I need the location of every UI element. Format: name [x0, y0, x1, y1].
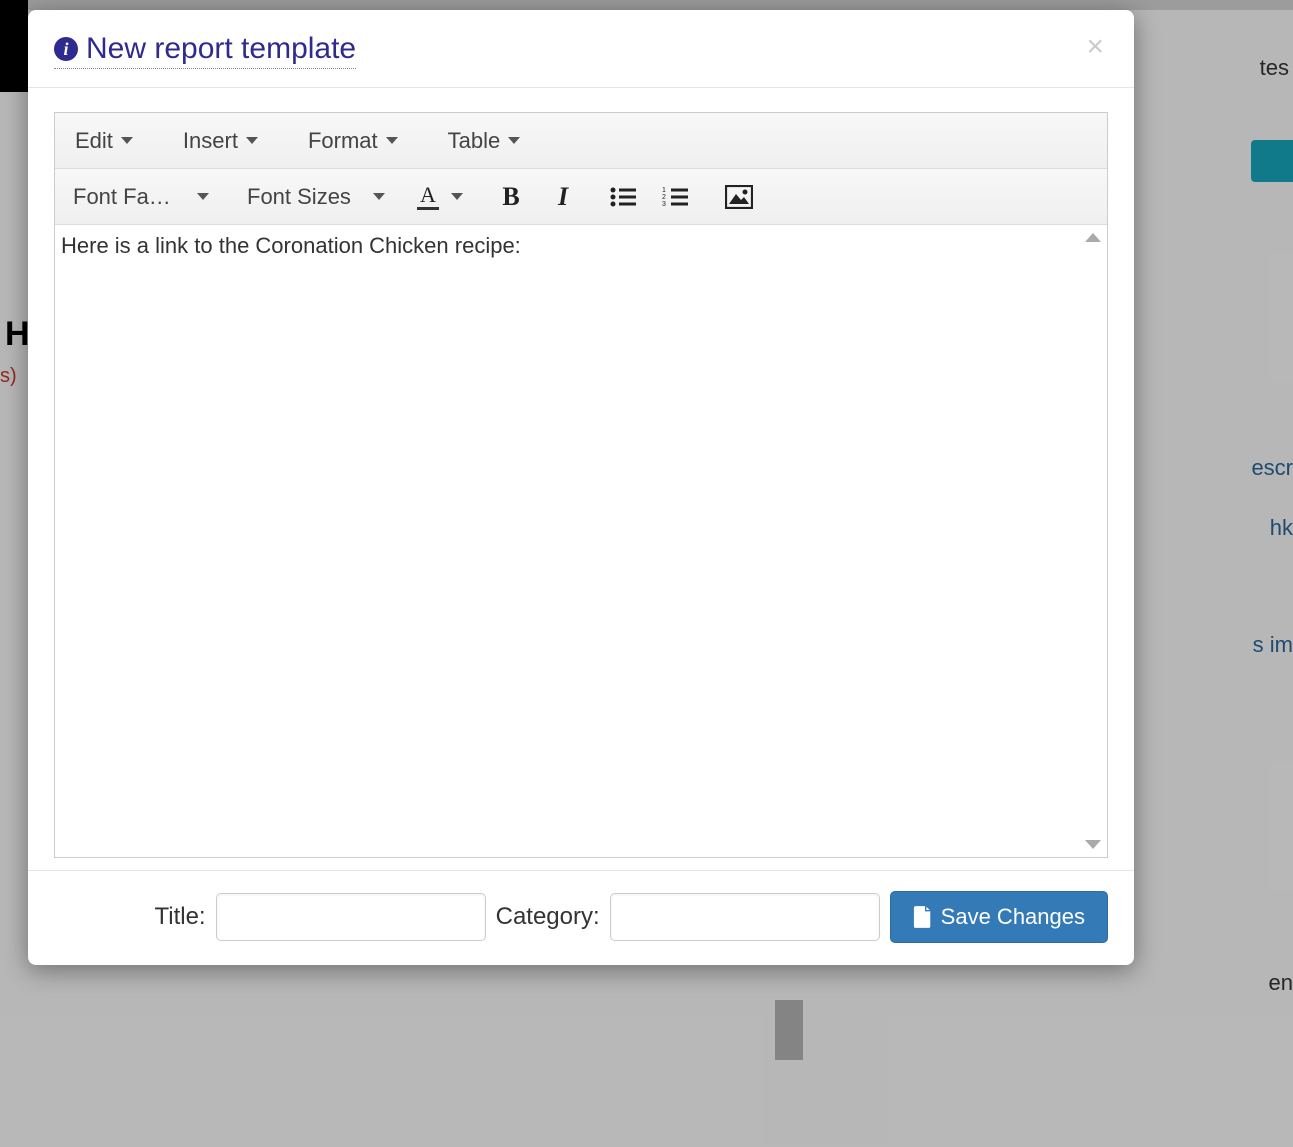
bullet-list-icon [610, 186, 636, 208]
scroll-down-icon[interactable] [1085, 840, 1101, 849]
chevron-down-icon [508, 137, 520, 144]
font-family-label: Font Fa… [73, 184, 171, 210]
rich-text-editor: Edit Insert Format Table [54, 112, 1108, 858]
save-button-label: Save Changes [941, 904, 1085, 930]
bullet-list-button[interactable] [601, 175, 645, 219]
menu-edit[interactable]: Edit [61, 118, 147, 164]
menu-insert-label: Insert [183, 128, 238, 154]
category-label: Category: [496, 903, 600, 931]
modal-body: Edit Insert Format Table [28, 88, 1134, 870]
close-button[interactable]: × [1082, 32, 1108, 62]
menu-table[interactable]: Table [434, 118, 535, 164]
chevron-down-icon [386, 137, 398, 144]
menu-edit-label: Edit [75, 128, 113, 154]
save-changes-button[interactable]: Save Changes [890, 891, 1108, 943]
editor-content[interactable]: Here is a link to the Coronation Chicken… [61, 231, 1101, 851]
info-icon: i [54, 37, 78, 61]
font-size-select[interactable]: Font Sizes [235, 175, 395, 219]
editor-canvas[interactable]: Here is a link to the Coronation Chicken… [55, 225, 1107, 857]
modal-header: i New report template × [28, 10, 1134, 88]
svg-text:2: 2 [662, 194, 666, 201]
bold-button[interactable]: B [489, 175, 533, 219]
image-icon [725, 185, 753, 209]
new-report-template-modal: i New report template × Edit Insert [28, 10, 1134, 965]
text-color-icon: A [417, 184, 439, 210]
font-size-label: Font Sizes [247, 184, 351, 210]
insert-image-button[interactable] [717, 175, 761, 219]
chevron-down-icon [197, 193, 209, 200]
editor-toolbar: Font Fa… Font Sizes A [55, 169, 1107, 225]
italic-icon: I [558, 182, 568, 212]
chevron-down-icon [373, 193, 385, 200]
italic-button[interactable]: I [541, 175, 585, 219]
menu-format-label: Format [308, 128, 378, 154]
chevron-down-icon [451, 193, 463, 200]
modal-footer: Title: Category: Save Changes [28, 870, 1134, 965]
numbered-list-button[interactable]: 1 2 3 [653, 175, 697, 219]
editor-menubar: Edit Insert Format Table [55, 113, 1107, 169]
chevron-down-icon [246, 137, 258, 144]
chevron-down-icon [121, 137, 133, 144]
modal-title-link[interactable]: i New report template [54, 32, 356, 69]
svg-text:1: 1 [662, 187, 666, 194]
menu-table-label: Table [448, 128, 501, 154]
title-label: Title: [154, 903, 205, 931]
scroll-up-icon[interactable] [1085, 233, 1101, 242]
menu-insert[interactable]: Insert [169, 118, 272, 164]
font-family-select[interactable]: Font Fa… [61, 175, 219, 219]
text-color-button[interactable]: A [407, 175, 473, 219]
title-input[interactable] [216, 893, 486, 941]
save-icon [913, 905, 933, 929]
category-input[interactable] [610, 893, 880, 941]
bold-icon: B [502, 182, 519, 212]
close-icon: × [1086, 30, 1104, 63]
modal-title-text: New report template [86, 32, 356, 66]
menu-format[interactable]: Format [294, 118, 412, 164]
svg-text:3: 3 [662, 201, 666, 208]
numbered-list-icon: 1 2 3 [662, 186, 688, 208]
